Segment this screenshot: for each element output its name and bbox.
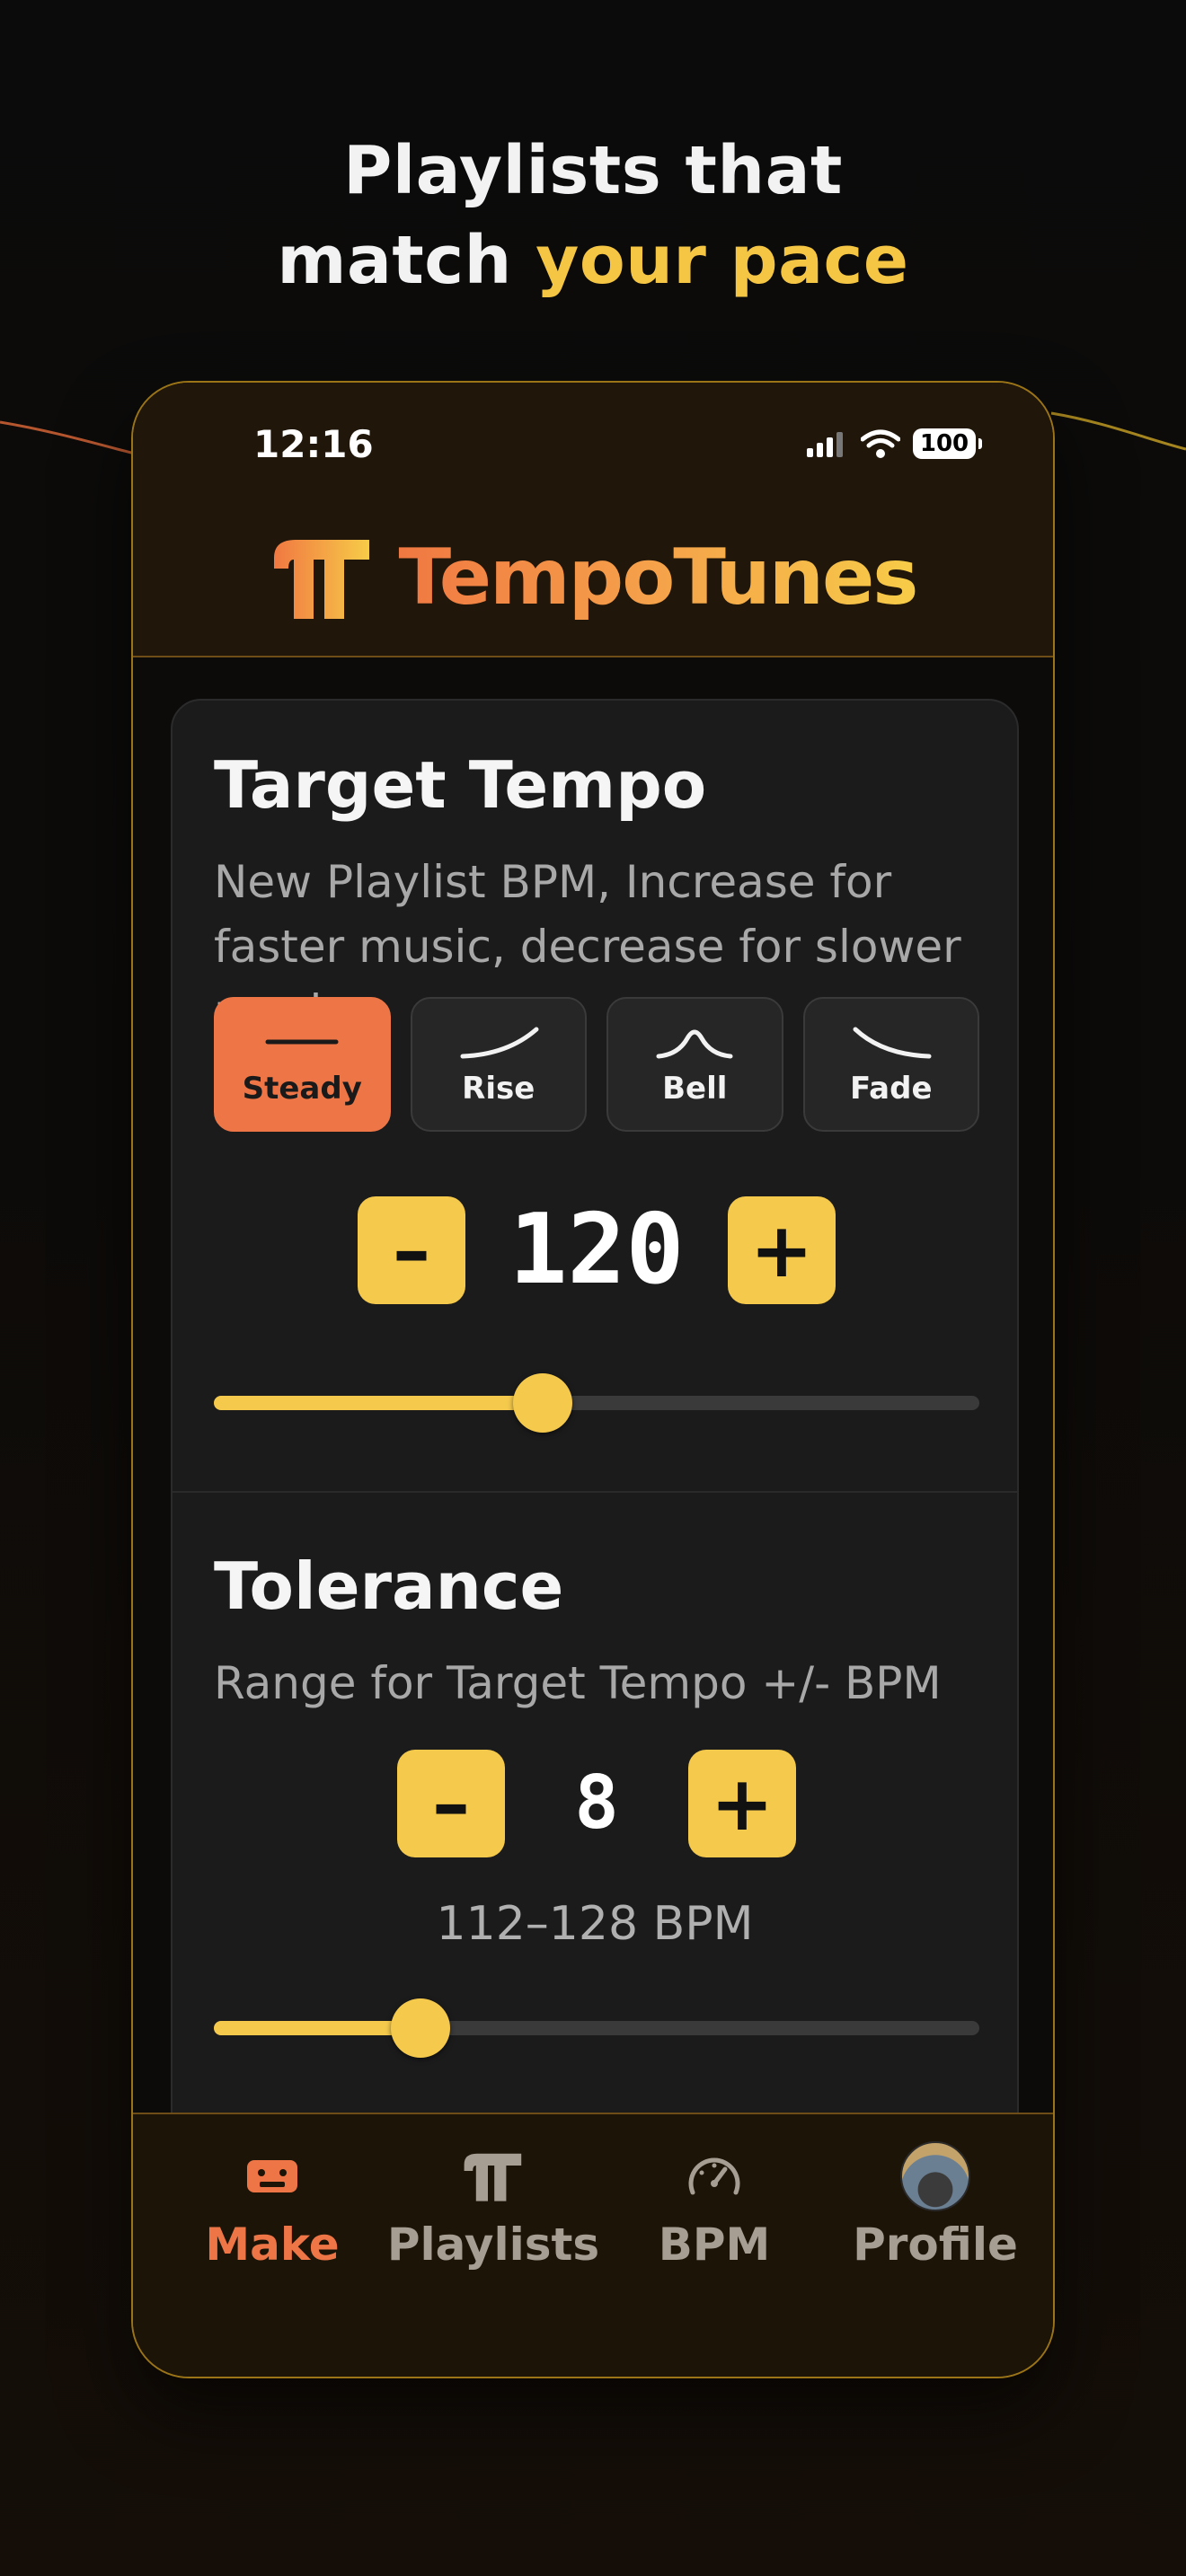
phone-frame: 12:16 100 TempoTunes Target Tempo New Pl… xyxy=(131,381,1055,2378)
gauge-icon xyxy=(688,2157,740,2195)
headline-line2: match your pace xyxy=(0,216,1186,305)
bell-curve-icon xyxy=(656,1029,733,1059)
tab-make[interactable]: Make xyxy=(160,2141,385,2294)
status-time: 12:16 xyxy=(253,422,374,466)
target-tempo-title: Target Tempo xyxy=(214,747,707,823)
fade-curve-icon xyxy=(853,1027,932,1059)
curve-label: Fade xyxy=(849,1071,933,1107)
tempo-increment-button[interactable]: + xyxy=(728,1196,836,1304)
tab-bar: Make Playlists BPM Profile xyxy=(133,2113,1053,2377)
tolerance-description: Range for Target Tempo +/- BPM xyxy=(214,1657,942,1709)
battery-icon: 100 xyxy=(913,428,982,459)
signal-icon xyxy=(807,432,843,457)
curve-label: Rise xyxy=(462,1071,535,1107)
tolerance-increment-button[interactable]: + xyxy=(688,1750,796,1857)
curve-rise-button[interactable]: Rise xyxy=(410,997,587,1132)
tempo-value: 120 xyxy=(509,1194,685,1306)
curve-label: Steady xyxy=(242,1071,362,1107)
cassette-icon xyxy=(247,2160,297,2192)
curve-fade-button[interactable]: Fade xyxy=(802,997,979,1132)
headline-line1: Playlists that xyxy=(343,132,843,209)
tab-label: Profile xyxy=(853,2219,1018,2271)
tt-logo-icon xyxy=(274,540,370,619)
tolerance-slider-fill xyxy=(214,2021,420,2035)
curve-label: Bell xyxy=(662,1071,728,1107)
app-header: 12:16 100 TempoTunes xyxy=(133,383,1053,657)
brand-name: TempoTunes xyxy=(398,533,918,622)
tolerance-value: 8 xyxy=(574,1760,619,1846)
tab-playlists[interactable]: Playlists xyxy=(381,2141,606,2294)
tt-logo-icon xyxy=(464,2153,522,2201)
tab-label: Make xyxy=(205,2219,340,2271)
tab-bpm[interactable]: BPM xyxy=(602,2141,827,2294)
brand: TempoTunes xyxy=(133,528,1053,627)
wifi-icon xyxy=(861,429,900,458)
tab-label: Playlists xyxy=(386,2219,600,2271)
headline: Playlists that match your pace xyxy=(0,126,1186,305)
tab-label: BPM xyxy=(658,2219,771,2271)
tolerance-decrement-button[interactable]: – xyxy=(397,1750,505,1857)
tempo-slider-fill xyxy=(214,1396,543,1410)
tolerance-slider-thumb[interactable] xyxy=(391,1998,450,2058)
rise-curve-icon xyxy=(460,1027,539,1059)
headline-plain: match xyxy=(277,222,536,299)
tolerance-range-text: 112–128 BPM xyxy=(436,1897,754,1951)
flat-line-icon xyxy=(265,1039,339,1045)
status-icons: 100 xyxy=(807,426,982,462)
tab-profile[interactable]: Profile xyxy=(823,2141,1048,2294)
headline-accent: your pace xyxy=(535,222,909,299)
curve-selector: Steady Rise Bell Fade xyxy=(214,997,979,1132)
tempo-slider-thumb[interactable] xyxy=(513,1373,572,1433)
tolerance-slider[interactable] xyxy=(214,1998,979,2058)
section-divider xyxy=(173,1491,1017,1493)
tempo-slider[interactable] xyxy=(214,1373,979,1433)
curve-bell-button[interactable]: Bell xyxy=(606,997,783,1132)
tempo-decrement-button[interactable]: – xyxy=(358,1196,465,1304)
avatar-icon xyxy=(900,2141,970,2211)
settings-card: Target Tempo New Playlist BPM, Increase … xyxy=(171,699,1019,2226)
curve-steady-button[interactable]: Steady xyxy=(214,997,391,1132)
tolerance-title: Tolerance xyxy=(214,1548,564,1624)
